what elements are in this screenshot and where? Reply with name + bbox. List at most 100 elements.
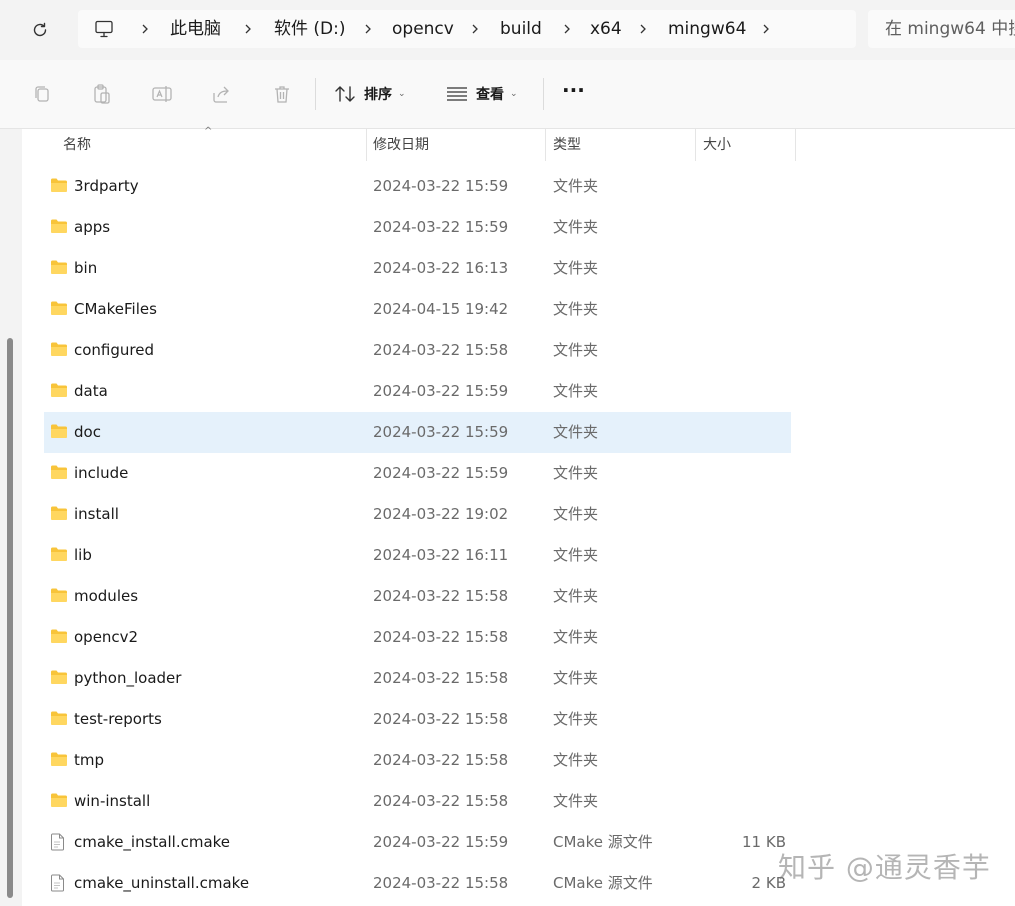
folder-icon bbox=[50, 341, 68, 359]
file-type: 文件夹 bbox=[553, 177, 599, 195]
file-row[interactable]: bin 2024-03-22 16:13 文件夹 bbox=[44, 248, 791, 289]
more-options-button[interactable]: ··· bbox=[562, 78, 585, 102]
copy-button[interactable] bbox=[30, 82, 54, 106]
folder-icon bbox=[50, 792, 68, 810]
file-row[interactable]: data 2024-03-22 15:59 文件夹 bbox=[44, 371, 791, 412]
chevron-right-icon[interactable] bbox=[636, 22, 650, 36]
folder-icon bbox=[50, 300, 68, 318]
file-type: 文件夹 bbox=[553, 587, 599, 605]
file-type: 文件夹 bbox=[553, 751, 599, 769]
breadcrumb-drive-d[interactable]: 软件 (D:) bbox=[274, 10, 346, 48]
column-type[interactable]: 类型 bbox=[545, 129, 695, 163]
file-name: test-reports bbox=[74, 710, 162, 728]
file-row[interactable]: cmake_uninstall.cmake 2024-03-22 15:58 CMa… bbox=[44, 863, 791, 904]
chevron-right-icon[interactable] bbox=[241, 22, 255, 36]
folder-icon bbox=[50, 587, 68, 605]
sort-button[interactable]: 排序 ⌄ bbox=[334, 82, 406, 106]
column-divider[interactable] bbox=[795, 129, 796, 161]
chevron-right-icon[interactable] bbox=[759, 22, 773, 36]
column-date[interactable]: 修改日期 bbox=[365, 129, 545, 163]
trash-icon bbox=[275, 86, 289, 103]
column-name[interactable]: 名称 bbox=[55, 129, 367, 163]
chevron-right-icon[interactable] bbox=[468, 22, 482, 36]
paste-button[interactable] bbox=[90, 82, 114, 106]
file-date: 2024-03-22 15:59 bbox=[373, 833, 509, 851]
file-row[interactable]: opencv2 2024-03-22 15:58 文件夹 bbox=[44, 617, 791, 658]
file-row[interactable]: doc 2024-03-22 15:59 文件夹 bbox=[44, 412, 791, 453]
file-list: 3rdparty 2024-03-22 15:59 文件夹 apps 2024-03-2… bbox=[44, 166, 791, 904]
column-size[interactable]: 大小 bbox=[695, 129, 795, 163]
file-date: 2024-03-22 15:58 bbox=[373, 628, 509, 646]
chevron-right-icon[interactable] bbox=[361, 22, 375, 36]
file-name: bin bbox=[74, 259, 98, 277]
address-bar[interactable]: 此电脑 软件 (D:) opencv build x64 mingw64 bbox=[78, 10, 856, 48]
file-row[interactable]: modules 2024-03-22 15:58 文件夹 bbox=[44, 576, 791, 617]
chevron-right-icon[interactable] bbox=[560, 22, 574, 36]
breadcrumb-x64[interactable]: x64 bbox=[590, 10, 622, 48]
file-type: 文件夹 bbox=[553, 341, 599, 359]
file-row[interactable]: 3rdparty 2024-03-22 15:59 文件夹 bbox=[44, 166, 791, 207]
file-name: tmp bbox=[74, 751, 105, 769]
file-row[interactable]: configured 2024-03-22 15:58 文件夹 bbox=[44, 330, 791, 371]
file-name: cmake_uninstall.cmake bbox=[74, 874, 250, 892]
share-button[interactable] bbox=[210, 82, 234, 106]
file-type: 文件夹 bbox=[553, 218, 599, 236]
chevron-down-icon: ⌄ bbox=[510, 89, 518, 99]
file-date: 2024-03-22 19:02 bbox=[373, 505, 509, 523]
separator bbox=[315, 78, 316, 110]
file-type: 文件夹 bbox=[553, 300, 599, 318]
file-name: install bbox=[74, 505, 119, 523]
folder-icon bbox=[50, 751, 68, 769]
file-type: 文件夹 bbox=[553, 464, 599, 482]
breadcrumb-this-pc[interactable]: 此电脑 bbox=[170, 10, 221, 48]
refresh-button[interactable] bbox=[28, 18, 52, 42]
file-date: 2024-03-22 16:13 bbox=[373, 259, 509, 277]
view-icon bbox=[447, 87, 467, 101]
search-input[interactable]: 在 mingw64 中搜索 bbox=[868, 10, 1015, 48]
this-pc-icon[interactable] bbox=[94, 20, 114, 42]
file-type: CMake 源文件 bbox=[553, 833, 653, 851]
file-type: 文件夹 bbox=[553, 382, 599, 400]
chevron-right-icon[interactable] bbox=[138, 22, 152, 36]
scrollbar-thumb[interactable] bbox=[7, 338, 13, 898]
file-name: doc bbox=[74, 423, 101, 441]
file-row[interactable]: python_loader 2024-03-22 15:58 文件夹 bbox=[44, 658, 791, 699]
file-icon bbox=[50, 833, 68, 851]
navigation-pane-edge bbox=[0, 129, 22, 906]
file-date: 2024-03-22 15:59 bbox=[373, 218, 509, 236]
folder-icon bbox=[50, 218, 68, 236]
file-type: CMake 源文件 bbox=[553, 874, 653, 892]
file-type: 文件夹 bbox=[553, 259, 599, 277]
column-header: ^ 名称 修改日期 类型 大小 bbox=[22, 126, 1015, 163]
file-type: 文件夹 bbox=[553, 505, 599, 523]
rename-button[interactable] bbox=[150, 82, 174, 106]
file-type: 文件夹 bbox=[553, 710, 599, 728]
file-name: 3rdparty bbox=[74, 177, 139, 195]
file-row[interactable]: test-reports 2024-03-22 15:58 文件夹 bbox=[44, 699, 791, 740]
breadcrumb-opencv[interactable]: opencv bbox=[392, 10, 454, 48]
file-date: 2024-03-22 15:58 bbox=[373, 751, 509, 769]
breadcrumb-build[interactable]: build bbox=[500, 10, 542, 48]
delete-button[interactable] bbox=[270, 82, 294, 106]
file-row[interactable]: CMakeFiles 2024-04-15 19:42 文件夹 bbox=[44, 289, 791, 330]
address-toolbar: 此电脑 软件 (D:) opencv build x64 mingw64 在 m… bbox=[0, 0, 1015, 60]
view-button[interactable]: 查看 ⌄ bbox=[446, 82, 518, 106]
file-row[interactable]: lib 2024-03-22 16:11 文件夹 bbox=[44, 535, 791, 576]
file-row[interactable]: cmake_install.cmake 2024-03-22 15:59 CMake… bbox=[44, 822, 791, 863]
breadcrumb-mingw64[interactable]: mingw64 bbox=[668, 10, 746, 48]
folder-icon bbox=[50, 505, 68, 523]
file-name: lib bbox=[74, 546, 92, 564]
file-row[interactable]: win-install 2024-03-22 15:58 文件夹 bbox=[44, 781, 791, 822]
separator bbox=[543, 78, 544, 110]
file-type: 文件夹 bbox=[553, 423, 599, 441]
folder-icon bbox=[50, 464, 68, 482]
file-name: apps bbox=[74, 218, 111, 236]
folder-icon bbox=[50, 546, 68, 564]
file-name: data bbox=[74, 382, 108, 400]
file-row[interactable]: include 2024-03-22 15:59 文件夹 bbox=[44, 453, 791, 494]
file-date: 2024-03-22 15:59 bbox=[373, 382, 509, 400]
file-row[interactable]: install 2024-03-22 19:02 文件夹 bbox=[44, 494, 791, 535]
file-type: 文件夹 bbox=[553, 628, 599, 646]
file-row[interactable]: tmp 2024-03-22 15:58 文件夹 bbox=[44, 740, 791, 781]
file-row[interactable]: apps 2024-03-22 15:59 文件夹 bbox=[44, 207, 791, 248]
